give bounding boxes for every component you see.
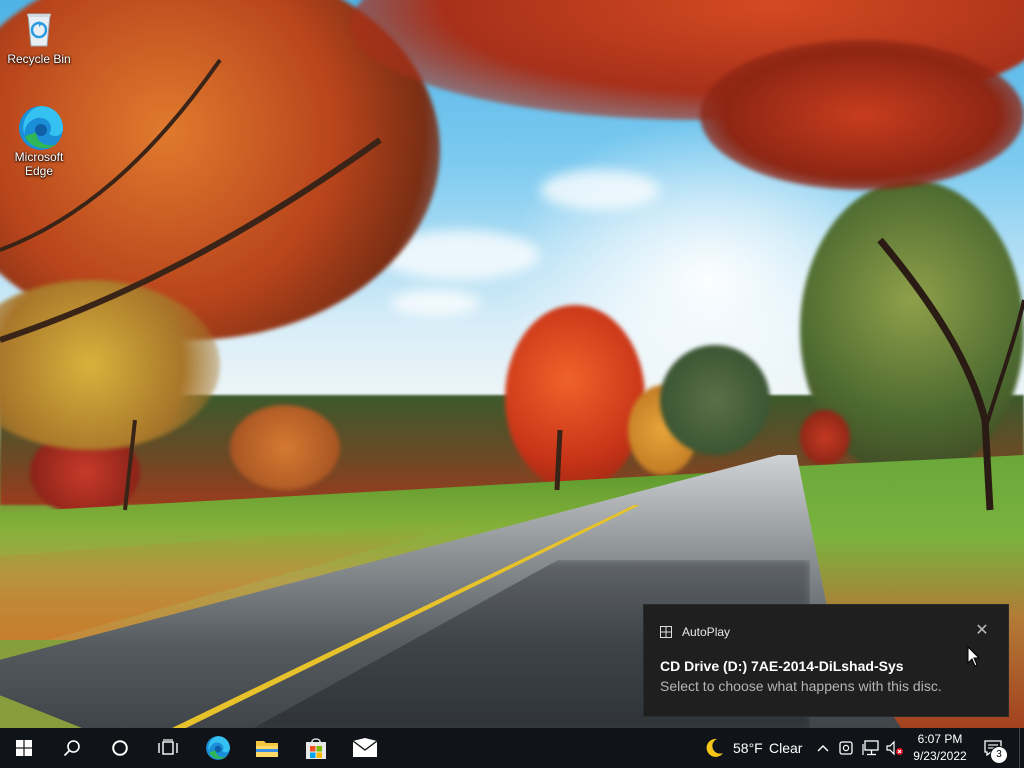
edge-icon xyxy=(206,736,230,760)
meet-now-icon xyxy=(839,741,853,755)
start-button[interactable] xyxy=(0,728,48,768)
recycle-bin-icon xyxy=(17,6,61,50)
clock-time: 6:07 PM xyxy=(917,732,963,746)
start-icon xyxy=(16,740,32,756)
file-explorer-icon xyxy=(256,741,278,757)
volume-button[interactable] xyxy=(885,728,905,768)
cortana-icon xyxy=(112,740,128,756)
clock-date: 9/23/2022 xyxy=(913,749,967,763)
notification-count-badge: 3 xyxy=(990,746,1008,764)
notification-app-name: AutoPlay xyxy=(682,625,731,639)
taskbar-edge-button[interactable] xyxy=(194,728,242,768)
desktop-icon-label: Recycle Bin xyxy=(7,52,71,66)
search-icon xyxy=(63,740,80,757)
edge-icon xyxy=(17,104,63,150)
taskbar-mail-button[interactable] xyxy=(341,728,389,768)
taskbar-file-explorer-button[interactable] xyxy=(243,728,291,768)
taskbar: 58°F Clear 6:07 PM 9/23/2022 xyxy=(0,728,1024,768)
notification-header: AutoPlay xyxy=(660,625,730,639)
moon-icon xyxy=(706,738,723,757)
chevron-up-icon xyxy=(817,745,829,752)
show-hidden-icons-button[interactable] xyxy=(813,728,833,768)
autoplay-icon xyxy=(660,626,672,638)
weather-condition[interactable]: Clear xyxy=(769,728,802,768)
search-button[interactable] xyxy=(48,728,96,768)
desktop-icon-microsoft-edge[interactable]: Microsoft Edge xyxy=(6,104,72,178)
network-icon xyxy=(862,740,879,756)
clock[interactable]: 6:07 PM 9/23/2022 xyxy=(905,731,975,765)
close-icon[interactable]: ✕ xyxy=(974,623,990,639)
desktop-icon-recycle-bin[interactable]: Recycle Bin xyxy=(6,6,72,66)
cortana-button[interactable] xyxy=(96,728,144,768)
notification-body: Select to choose what happens with this … xyxy=(660,678,942,694)
taskbar-store-button[interactable] xyxy=(292,728,340,768)
task-view-button[interactable] xyxy=(144,728,192,768)
meet-now-button[interactable] xyxy=(836,728,856,768)
mail-icon xyxy=(352,738,378,757)
weather-widget[interactable] xyxy=(700,728,728,768)
network-button[interactable] xyxy=(860,728,882,768)
mouse-cursor-icon xyxy=(967,646,981,667)
notification-title: CD Drive (D:) 7AE-2014-DiLshad-Sys xyxy=(660,658,904,674)
autoplay-notification[interactable]: AutoPlay ✕ CD Drive (D:) 7AE-2014-DiLsha… xyxy=(644,605,1008,716)
store-icon xyxy=(306,738,326,759)
weather-temperature[interactable]: 58°F xyxy=(733,728,763,768)
desktop-icon-label: Microsoft Edge xyxy=(14,150,64,178)
volume-muted-icon xyxy=(886,740,903,756)
show-desktop-button[interactable] xyxy=(1019,728,1024,768)
task-view-icon xyxy=(158,739,178,755)
